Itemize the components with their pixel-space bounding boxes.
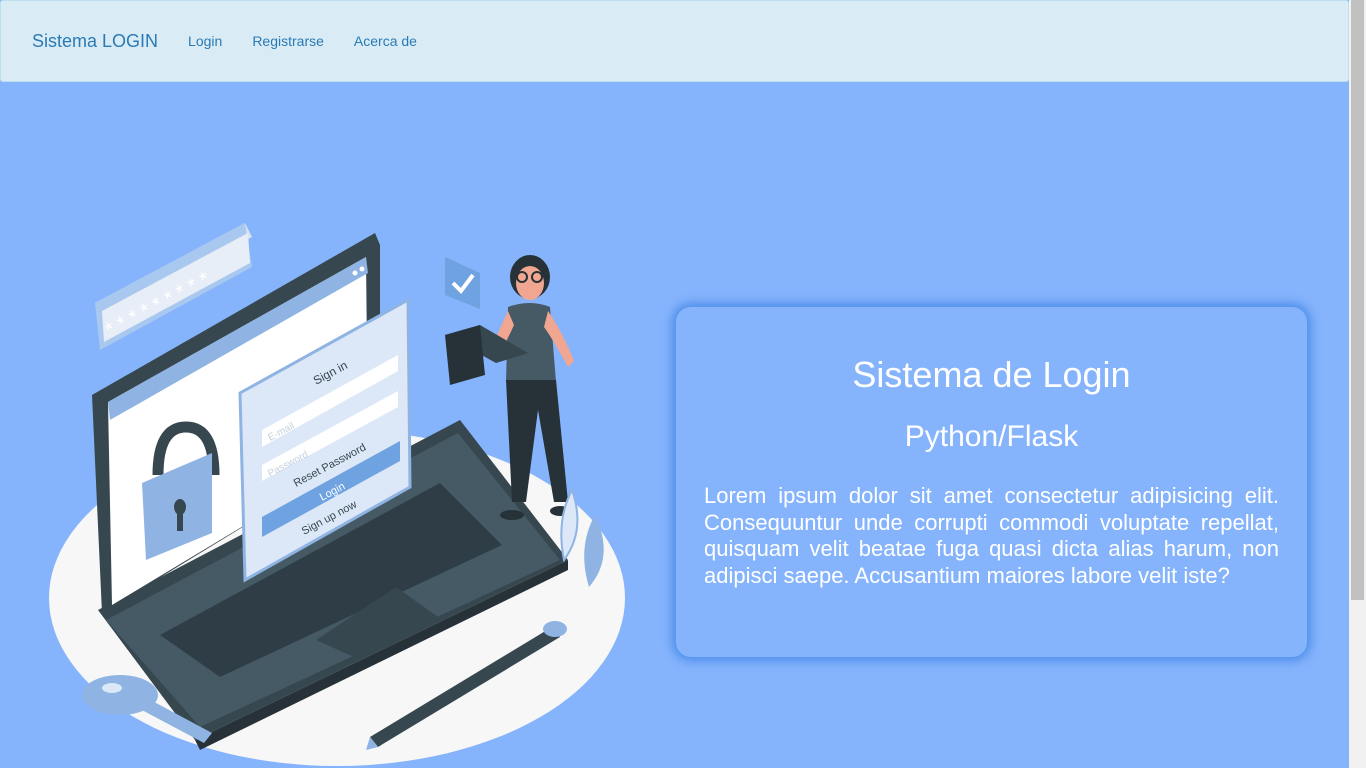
nav-link-login[interactable]: Login [188, 33, 222, 49]
info-card: Sistema de Login Python/Flask Lorem ipsu… [675, 306, 1308, 658]
checkmark-badge-illustration [445, 257, 480, 309]
nav-link-about[interactable]: Acerca de [354, 33, 417, 49]
card-body: Lorem ipsum dolor sit amet consectetur a… [704, 483, 1279, 588]
navbar: Sistema LOGIN Login Registrarse Acerca d… [0, 0, 1349, 82]
scrollbar-thumb[interactable] [1351, 0, 1364, 600]
card-subtitle: Python/Flask [904, 420, 1079, 453]
nav-link-register[interactable]: Registrarse [252, 33, 324, 49]
brand-link[interactable]: Sistema LOGIN [32, 31, 158, 52]
card-title: Sistema de Login [852, 354, 1131, 395]
scrollbar[interactable] [1349, 0, 1366, 768]
login-illustration: * * * * * * * * * Sign in E-mail Passwor… [49, 223, 625, 766]
